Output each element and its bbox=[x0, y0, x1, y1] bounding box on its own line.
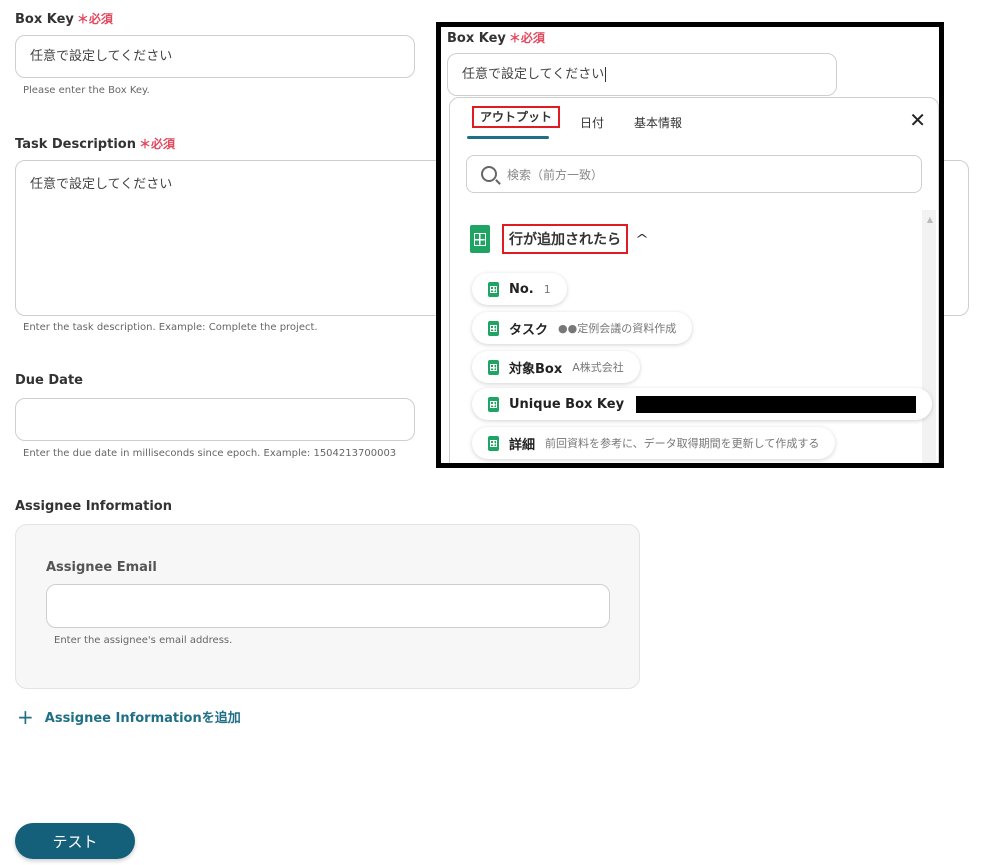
output-item[interactable]: Unique Box Key bbox=[472, 388, 933, 420]
due-date-label: Due Date bbox=[15, 373, 83, 388]
due-date-help: Enter the due date in milliseconds since… bbox=[23, 448, 397, 459]
overlay-box-key-label: Box Key ＊必須 bbox=[447, 31, 545, 46]
overlay-box-key-input[interactable]: 任意で設定してください bbox=[447, 53, 837, 96]
search-icon bbox=[481, 166, 497, 182]
scroll-up-icon[interactable]: ▲ bbox=[927, 215, 933, 224]
search-input[interactable]: 検索（前方一致） bbox=[466, 155, 922, 193]
group-title: 行が追加されたら bbox=[502, 224, 628, 254]
output-item[interactable]: No. 1 bbox=[472, 273, 567, 305]
task-description-value: 任意で設定してください bbox=[30, 177, 173, 192]
assignee-email-input[interactable] bbox=[46, 584, 610, 628]
required-mark: ＊必須 bbox=[138, 137, 175, 151]
active-tab-indicator bbox=[467, 136, 549, 139]
scrollbar[interactable] bbox=[922, 210, 936, 463]
sheets-icon bbox=[488, 359, 499, 375]
output-dropdown: アウトプット 日付 基本情報 ✕ 検索（前方一致） ▲ 行が追加されたら ^ N… bbox=[449, 97, 939, 463]
plus-icon: + bbox=[17, 704, 34, 729]
task-description-label: Task Description ＊必須 bbox=[15, 137, 175, 152]
sheets-icon bbox=[488, 435, 499, 451]
output-item[interactable]: タスク ●●定例会議の資料作成 bbox=[472, 312, 693, 344]
tab-output[interactable]: アウトプット bbox=[472, 106, 561, 128]
add-assignee-link[interactable]: + Assignee Informationを追加 bbox=[17, 704, 241, 729]
assignee-email-label: Assignee Email bbox=[46, 560, 157, 575]
box-key-help: Please enter the Box Key. bbox=[23, 85, 150, 96]
redacted-value bbox=[636, 395, 917, 413]
output-picker-overlay: Box Key ＊必須 任意で設定してください アウトプット 日付 基本情報 ✕ … bbox=[436, 22, 944, 468]
sheets-icon bbox=[488, 281, 499, 297]
box-key-label: Box Key ＊必須 bbox=[15, 12, 113, 27]
assignee-email-help: Enter the assignee's email address. bbox=[54, 635, 233, 646]
sheets-icon bbox=[470, 225, 490, 253]
box-key-input[interactable]: 任意で設定してください bbox=[15, 35, 415, 78]
assignee-info-label: Assignee Information bbox=[15, 499, 172, 514]
chevron-up-icon[interactable]: ^ bbox=[635, 232, 649, 246]
tab-date[interactable]: 日付 bbox=[580, 114, 604, 131]
output-item[interactable]: 対象Box A株式会社 bbox=[472, 351, 640, 383]
task-description-help: Enter the task description. Example: Com… bbox=[23, 322, 318, 333]
sheets-icon bbox=[488, 320, 499, 336]
box-key-value: 任意で設定してください bbox=[30, 49, 173, 64]
assignee-card: Assignee Email Enter the assignee's emai… bbox=[15, 524, 640, 689]
output-item[interactable]: 詳細 前回資料を参考に、データ取得期間を更新して作成する bbox=[472, 427, 836, 459]
test-button[interactable]: テスト bbox=[15, 823, 135, 859]
group-header[interactable]: 行が追加されたら ^ bbox=[470, 224, 649, 254]
tab-basic-info[interactable]: 基本情報 bbox=[634, 114, 682, 131]
close-icon[interactable]: ✕ bbox=[909, 108, 926, 132]
due-date-input[interactable] bbox=[15, 398, 415, 441]
sheets-icon bbox=[488, 396, 499, 412]
required-mark: ＊必須 bbox=[76, 12, 113, 26]
